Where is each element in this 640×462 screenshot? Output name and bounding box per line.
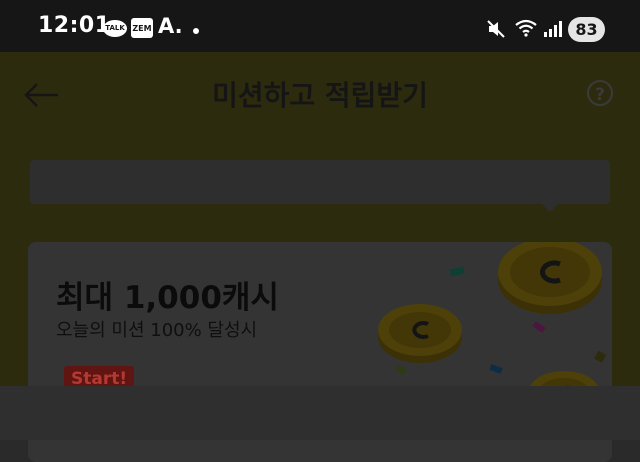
more-notifications-icon bbox=[193, 28, 199, 34]
coin-large bbox=[498, 242, 602, 314]
page-title: 미션하고 적립받기 bbox=[212, 79, 428, 112]
page-body-background bbox=[0, 386, 640, 440]
mute-icon bbox=[487, 20, 505, 38]
status-time: 12:01 bbox=[38, 13, 111, 38]
mission-reward-subtitle: 오늘의 미션 100% 달성시 bbox=[56, 320, 258, 341]
notice-bubble-tail bbox=[538, 200, 562, 212]
kakaotalk-icon: TALK bbox=[103, 20, 127, 37]
a-app-icon: A. bbox=[158, 14, 183, 38]
wifi-icon bbox=[515, 19, 537, 37]
status-bar: 12:01 TALK ZEM A. 83 bbox=[0, 0, 640, 52]
coin-medium bbox=[378, 304, 462, 363]
mission-reward-headline: 최대 1,000캐시 bbox=[56, 280, 279, 316]
battery-indicator: 83 bbox=[568, 17, 605, 42]
zem-icon: ZEM bbox=[131, 18, 153, 38]
notice-bar bbox=[30, 160, 610, 204]
help-icon[interactable]: ? bbox=[587, 80, 613, 106]
signal-icon bbox=[544, 21, 562, 37]
